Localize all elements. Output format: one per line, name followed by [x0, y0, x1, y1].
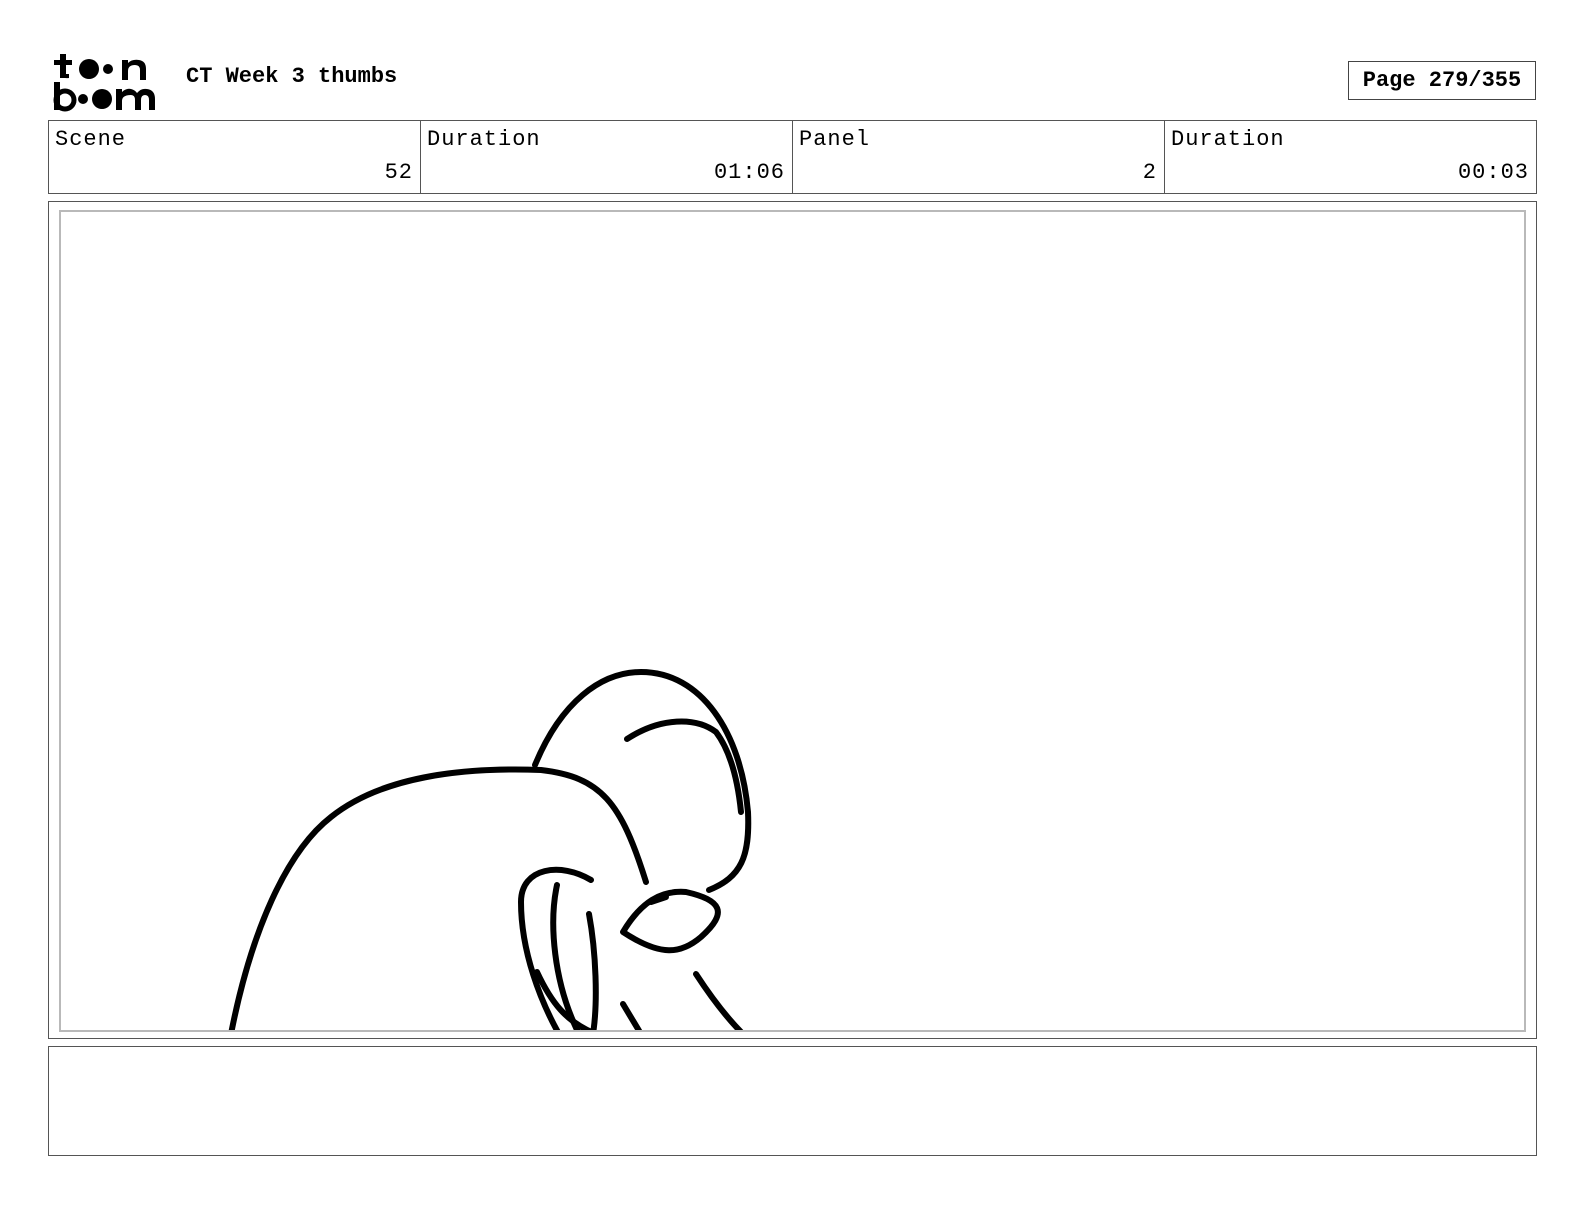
character-sketch	[228, 669, 752, 1030]
sketch-back-line	[228, 766, 649, 1030]
document-title: CT Week 3 thumbs	[186, 64, 398, 89]
storyboard-panel-image	[59, 210, 1526, 1032]
sketch-lower-line-1	[620, 1001, 643, 1030]
sketch-lower-line-2	[693, 971, 744, 1030]
panel-notes-box	[48, 1046, 1537, 1156]
page-indicator: Page 279/355	[1348, 61, 1536, 100]
panel-duration-value: 00:03	[1457, 160, 1529, 185]
scene-duration-value: 01:06	[713, 160, 785, 185]
panel-label: Panel	[799, 127, 871, 152]
scene-value: 52	[384, 160, 413, 185]
scene-duration-cell: Duration 01:06	[421, 121, 793, 193]
sketch-arm-line	[586, 911, 599, 1030]
panel-value: 2	[1142, 160, 1157, 185]
scene-duration-label: Duration	[427, 127, 541, 152]
panel-duration-cell: Duration 00:03	[1165, 121, 1536, 193]
toon-boom-logo-icon	[53, 54, 155, 112]
scene-label: Scene	[55, 127, 127, 152]
sketch-head-inner-line	[624, 718, 744, 815]
info-row: Scene 52 Duration 01:06 Panel 2 Duration…	[48, 120, 1537, 194]
toon-boom-logo	[52, 50, 164, 112]
sketch-snout-line	[620, 888, 721, 954]
panel-duration-label: Duration	[1171, 127, 1285, 152]
scene-cell: Scene 52	[49, 121, 421, 193]
storyboard-panel-frame	[48, 201, 1537, 1039]
sketch-head-line	[532, 669, 752, 893]
panel-cell: Panel 2	[793, 121, 1165, 193]
